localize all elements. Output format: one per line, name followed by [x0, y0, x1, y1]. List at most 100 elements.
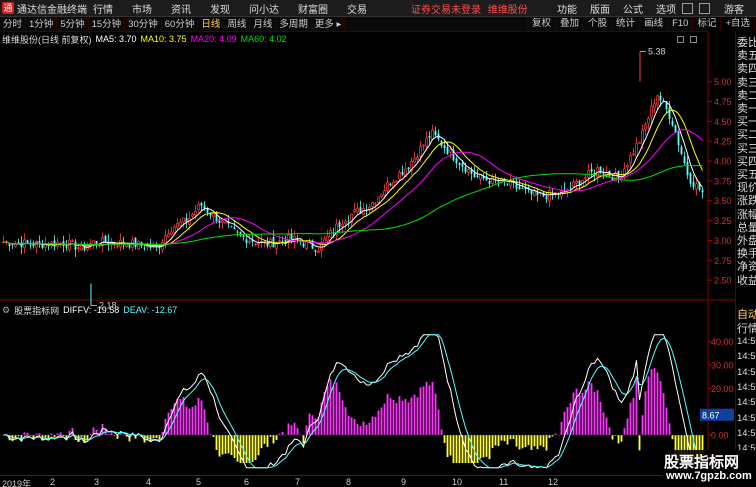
- indicator-bar: [197, 397, 200, 435]
- indicator-bar: [656, 372, 659, 435]
- indicator-bar: [152, 435, 155, 438]
- kline-chart[interactable]: 5.00 4.75 4.50 4.25 4.00 3.75 3.50 3.25 3.00 2.75…: [0, 0, 756, 487]
- indicator-bar: [449, 435, 452, 456]
- y-tick-label-4: 4.00: [714, 157, 732, 167]
- indicator-bar: [416, 397, 419, 435]
- indicator-bar: [494, 435, 497, 446]
- indicator-bar: [431, 382, 434, 435]
- indicator-bar: [287, 423, 290, 435]
- current-value-label: 8.67: [702, 410, 720, 420]
- candle-body: [377, 196, 380, 203]
- indicator-bar: [521, 435, 524, 449]
- candle-body: [461, 162, 464, 167]
- candle-body: [401, 171, 404, 175]
- candle-body: [584, 177, 587, 180]
- indicator-bar: [623, 428, 626, 435]
- candle-body: [71, 240, 74, 242]
- indicator-bar: [626, 418, 629, 435]
- candle-body: [635, 143, 638, 157]
- indicator-bar: [218, 435, 221, 457]
- candle-body: [692, 181, 695, 187]
- indicator-bar: [566, 407, 569, 435]
- indicator-bar: [509, 435, 512, 440]
- candle-body: [305, 241, 308, 249]
- candle-body: [17, 242, 20, 244]
- candle-body: [638, 142, 641, 144]
- candle-body: [650, 105, 653, 118]
- candle-body: [536, 192, 539, 196]
- indicator-bar: [617, 435, 620, 444]
- candle-body: [191, 214, 194, 217]
- low-price-label: 2.18: [99, 300, 117, 310]
- indicator-bar: [188, 408, 191, 435]
- indicator-bar: [329, 379, 332, 435]
- candle-body: [26, 240, 29, 243]
- candle-body: [443, 145, 446, 149]
- candle-body: [278, 240, 281, 242]
- candle-body: [701, 189, 704, 193]
- candle-body: [428, 135, 431, 138]
- indicator-bar: [326, 385, 329, 435]
- indicator-bar: [44, 435, 47, 438]
- candle-body: [383, 190, 386, 196]
- candle-body: [671, 120, 674, 126]
- candle-body: [125, 243, 128, 247]
- candle-body: [77, 247, 80, 249]
- indicator-bar: [362, 421, 365, 435]
- indicator-bar: [380, 407, 383, 435]
- indicator-bar: [239, 435, 242, 463]
- indicator-bar: [659, 381, 662, 435]
- indicator-bar: [428, 385, 431, 435]
- candle-body: [449, 149, 452, 153]
- indicator-bar: [392, 399, 395, 435]
- indicator-bar: [395, 403, 398, 435]
- indicator-bar: [365, 424, 368, 435]
- candle-body: [476, 175, 479, 178]
- indicator-bar: [611, 435, 614, 440]
- candle-body: [137, 241, 140, 250]
- candle-body: [317, 250, 320, 254]
- candle-body: [65, 246, 68, 248]
- indicator-bar: [401, 400, 404, 435]
- candle-body: [62, 241, 65, 246]
- candle-body: [212, 212, 215, 218]
- candle-body: [530, 190, 533, 195]
- indicator-bar: [599, 402, 602, 435]
- candle-body: [677, 131, 680, 146]
- candle-body: [233, 227, 236, 230]
- candle-body: [230, 225, 233, 227]
- candle-body: [344, 221, 347, 224]
- candle-body: [599, 166, 602, 174]
- candle-body: [467, 169, 470, 173]
- candle-body: [422, 144, 425, 147]
- candle-body: [341, 224, 344, 227]
- trade-time-3: 14:50: [737, 381, 756, 393]
- x-label-jul: 7: [295, 477, 301, 487]
- candle-body: [506, 183, 509, 185]
- candle-body: [173, 226, 176, 233]
- indicator-bar: [587, 381, 590, 435]
- indicator-bar: [80, 435, 83, 437]
- candle-body: [380, 194, 383, 197]
- indicator-bar: [344, 407, 347, 435]
- trade-time-4: 14:50: [737, 397, 756, 409]
- candle-body: [176, 222, 179, 228]
- indicator-bar: [497, 435, 500, 447]
- indicator-bar: [452, 435, 455, 463]
- indicator-bar: [227, 435, 230, 454]
- indicator-bar: [260, 435, 263, 449]
- x-label-nov: 11: [499, 477, 509, 487]
- indicator-bar: [476, 435, 479, 463]
- indicator-bar: [194, 405, 197, 435]
- indicator-bar: [347, 415, 350, 435]
- x-label-jun: 6: [244, 477, 250, 487]
- indicator-bar: [308, 413, 311, 435]
- ind-tick-label-4: 0.00: [711, 431, 729, 441]
- candle-body: [329, 230, 332, 238]
- quote-header-label: 行情: [737, 323, 756, 335]
- candle-body: [197, 203, 200, 211]
- candle-body: [575, 180, 578, 184]
- candle-body: [659, 95, 662, 101]
- x-label-aug: 8: [346, 477, 352, 487]
- candle-body: [473, 172, 476, 178]
